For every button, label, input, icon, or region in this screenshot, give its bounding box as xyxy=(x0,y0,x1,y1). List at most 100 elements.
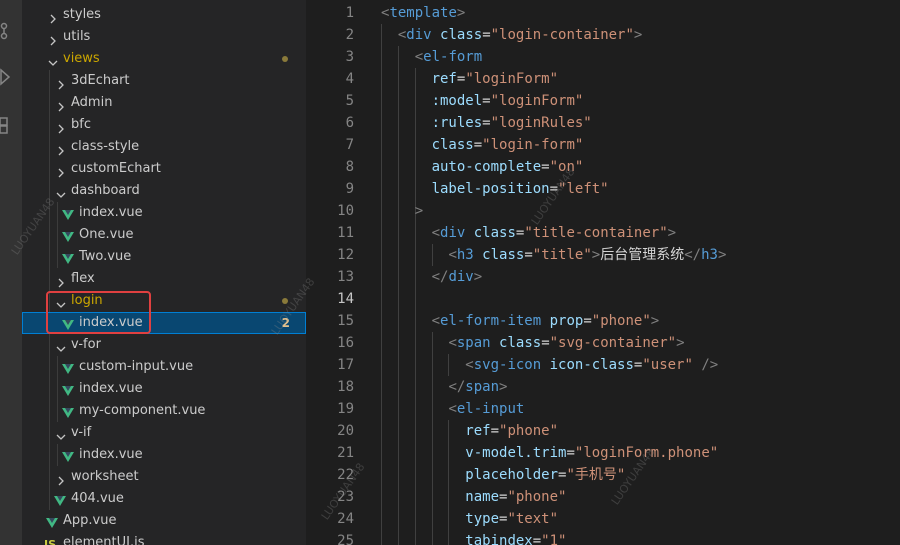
code-token: > xyxy=(591,247,601,263)
code-token: "phone" xyxy=(591,313,651,329)
line-number: 4 xyxy=(345,71,354,87)
line-code: </span> xyxy=(448,376,507,398)
code-line[interactable]: 15 <el-form-item prop="phone"> xyxy=(306,310,900,332)
code-line[interactable]: 7 class="login-form" xyxy=(306,134,900,156)
folder-item[interactable]: customEchart xyxy=(22,158,306,180)
code-line[interactable]: 3 <el-form xyxy=(306,46,900,68)
code-token: < xyxy=(465,357,474,373)
code-token: tabindex xyxy=(465,533,533,545)
code-line[interactable]: 23 name="phone" xyxy=(306,486,900,508)
folder-item[interactable]: bfc xyxy=(22,114,306,136)
vue-file-icon xyxy=(62,251,74,264)
code-token: "loginRules" xyxy=(490,115,592,131)
code-token: el-form xyxy=(423,49,483,65)
code-token: /> xyxy=(701,357,719,373)
code-token: "left" xyxy=(558,181,609,197)
file-item[interactable]: App.vue xyxy=(22,510,306,532)
folder-item[interactable]: worksheet xyxy=(22,466,306,488)
modified-dot xyxy=(282,298,288,304)
code-token: </ xyxy=(431,269,449,285)
code-line[interactable]: 24 type="text" xyxy=(306,508,900,530)
code-line[interactable]: 14 xyxy=(306,288,900,310)
folder-item[interactable]: v-if xyxy=(22,422,306,444)
file-item[interactable]: JS elementUI.js xyxy=(22,532,306,545)
code-token: el-form-item xyxy=(440,313,542,329)
code-line[interactable]: 17 <svg-icon icon-class="user" /> xyxy=(306,354,900,376)
code-line[interactable]: 6:rules="loginRules" xyxy=(306,112,900,134)
code-line[interactable]: 19 <el-input xyxy=(306,398,900,420)
file-item[interactable]: index.vue xyxy=(22,378,306,400)
code-token: = xyxy=(524,247,533,263)
folder-item[interactable]: Admin xyxy=(22,92,306,114)
folder-item[interactable]: v-for xyxy=(22,334,306,356)
code-line[interactable]: 10 > xyxy=(306,200,900,222)
folder-item[interactable]: views xyxy=(22,48,306,70)
line-number: 2 xyxy=(345,27,354,43)
code-line[interactable]: 18 </span> xyxy=(306,376,900,398)
tree-item-label: One.vue xyxy=(79,227,134,242)
run-debug-icon[interactable] xyxy=(0,66,22,88)
file-item[interactable]: Two.vue xyxy=(22,246,306,268)
tree-item-label: v-if xyxy=(71,425,92,440)
code-line[interactable]: 16 <span class="svg-container"> xyxy=(306,332,900,354)
tree-item-label: elementUI.js xyxy=(63,535,145,545)
chevron-down-icon xyxy=(56,340,66,352)
line-number: 17 xyxy=(337,357,354,373)
folder-item[interactable]: flex xyxy=(22,268,306,290)
extensions-icon[interactable] xyxy=(0,114,22,136)
code-line[interactable]: 4 ref="loginForm" xyxy=(306,68,900,90)
code-token: label-position xyxy=(431,181,550,197)
code-token: span xyxy=(456,335,491,351)
code-token: > xyxy=(676,335,685,351)
code-token: class xyxy=(473,225,516,241)
folder-item[interactable]: class-style xyxy=(22,136,306,158)
folder-item[interactable]: 3dEchart xyxy=(22,70,306,92)
code-line[interactable]: 5:model="loginForm" xyxy=(306,90,900,112)
line-number: 18 xyxy=(337,379,354,395)
code-line[interactable]: 9 label-position="left" xyxy=(306,178,900,200)
line-number: 23 xyxy=(337,489,354,505)
folder-item[interactable]: styles xyxy=(22,4,306,26)
line-code: :model="loginForm" xyxy=(432,90,584,112)
code-token: < xyxy=(414,49,424,65)
line-code: <span class="svg-container"> xyxy=(448,332,684,354)
line-code: <template> xyxy=(381,2,465,24)
vue-file-icon xyxy=(46,515,58,528)
code-line[interactable]: 2 <div class="login-container"> xyxy=(306,24,900,46)
code-editor[interactable]: 1 <template> 2 <div class="login-container"… xyxy=(306,0,900,545)
folder-item[interactable]: utils xyxy=(22,26,306,48)
code-token: = xyxy=(541,335,550,351)
line-number: 9 xyxy=(345,181,354,197)
file-item[interactable]: 404.vue xyxy=(22,488,306,510)
code-token: = xyxy=(566,445,575,461)
tree-item-label: 404.vue xyxy=(71,491,124,506)
line-number: 1 xyxy=(345,5,354,21)
tree-item-label: index.vue xyxy=(79,381,143,396)
tree-item-label: utils xyxy=(63,29,91,44)
code-line[interactable]: 11 <div class="title-container"> xyxy=(306,222,900,244)
file-item[interactable]: custom-input.vue xyxy=(22,356,306,378)
line-number: 13 xyxy=(337,269,354,285)
code-line[interactable]: 12 <h3 class="title">后台管理系统</h3> xyxy=(306,244,900,266)
file-item[interactable]: One.vue xyxy=(22,224,306,246)
code-line[interactable]: 1 <template> xyxy=(306,2,900,24)
code-line[interactable]: 25 tabindex="1" xyxy=(306,530,900,545)
code-line[interactable]: 20 ref="phone" xyxy=(306,420,900,442)
line-number: 15 xyxy=(337,313,354,329)
file-explorer: styles utils views 3dEchart Admin bfc class-st… xyxy=(22,0,306,545)
line-code: > xyxy=(415,200,423,222)
code-token: class xyxy=(440,27,483,43)
code-token: :rules xyxy=(431,115,483,131)
code-line[interactable]: 21 v-model.trim="loginForm.phone" xyxy=(306,442,900,464)
source-control-icon[interactable] xyxy=(0,20,22,42)
code-line[interactable]: 8 auto-complete="on" xyxy=(306,156,900,178)
file-item[interactable]: index.vue xyxy=(22,202,306,224)
folder-item[interactable]: dashboard xyxy=(22,180,306,202)
code-line[interactable]: 13 </div> xyxy=(306,266,900,288)
code-line[interactable]: 22 placeholder="手机号" xyxy=(306,464,900,486)
file-item[interactable]: my-component.vue xyxy=(22,400,306,422)
line-number: 25 xyxy=(337,533,354,545)
vue-file-icon xyxy=(62,361,74,374)
file-item[interactable]: index.vue xyxy=(22,444,306,466)
